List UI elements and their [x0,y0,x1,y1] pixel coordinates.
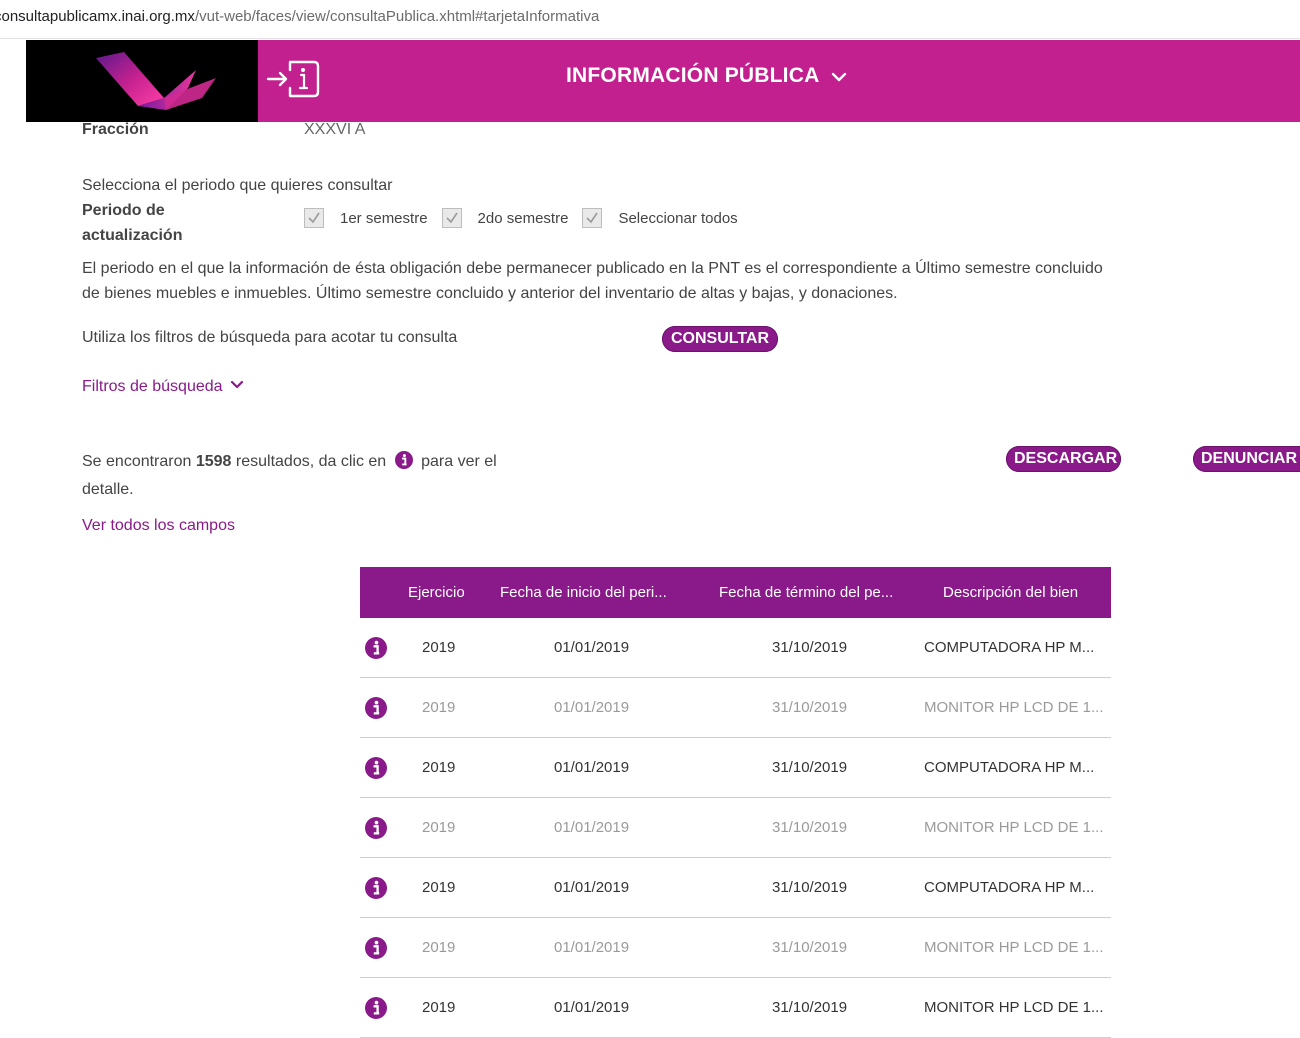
cell-fecha-inicio: 01/01/2019 [554,939,630,956]
periodo-label-line1: Periodo de [82,202,165,219]
info-icon[interactable] [365,757,387,783]
cell-fecha-termino: 31/10/2019 [772,999,848,1016]
checkmark-icon [445,212,458,224]
informacion-publica-menu[interactable]: INFORMACIÓN PÚBLICA [566,64,847,88]
table-row[interactable]: 2019 01/01/2019 31/10/2019 COMPUTADORA HP M… [360,858,1111,918]
url-path: /vut-web/faces/view/consultaPublica.xhtm… [194,8,600,25]
periodo-description: El periodo en el que la información de é… [82,256,1262,306]
cell-fecha-inicio: 01/01/2019 [554,759,630,776]
address-bar[interactable]: consultapublicamx.inai.org.mx/vut-web/fa… [0,0,1300,39]
cell-ejercicio: 2019 [422,699,456,716]
info-icon[interactable] [365,697,387,723]
table-row[interactable]: 2019 01/01/2019 31/10/2019 COMPUTADORA HP M… [360,738,1111,798]
results-suffix-line2: detalle. [82,481,134,498]
cell-fecha-termino: 31/10/2019 [772,639,848,656]
info-icon[interactable] [365,817,387,843]
periodo-checkboxes: 1er semestre 2do semestre Seleccionar to… [304,208,752,228]
checkmark-icon [586,212,599,224]
table-row[interactable]: 2019 01/01/2019 31/10/2019 MONITOR HP LCD D… [360,798,1111,858]
table-row[interactable]: 2019 01/01/2019 31/10/2019 COMPUTADORA HP M… [360,618,1111,678]
inai-logo[interactable] [26,40,258,122]
filtros-busqueda-toggle[interactable]: Filtros de búsqueda [82,378,244,396]
periodo-prompt: Selecciona el periodo que quieres consul… [82,177,393,194]
cell-descripcion: COMPUTADORA HP M... [924,879,1095,896]
results-count: 1598 [195,453,232,470]
table-row[interactable]: 2019 01/01/2019 31/10/2019 MONITOR HP LCD D… [360,918,1111,978]
cell-descripcion: MONITOR HP LCD DE 1... [924,939,1104,956]
column-header-ejercicio[interactable]: Ejercicio [408,567,465,618]
consultar-button[interactable]: CONSULTAR [662,326,778,352]
description-line1: El periodo en el que la información de é… [82,260,1103,277]
search-hint: Utiliza los filtros de búsqueda para aco… [82,329,458,346]
checkbox-2do-semestre[interactable] [441,208,462,228]
info-icon[interactable] [365,637,387,663]
results-prefix: Se encontraron [82,453,196,470]
cell-ejercicio: 2019 [422,879,456,896]
descargar-button[interactable]: DESCARGAR [1006,446,1121,472]
cell-fecha-termino: 31/10/2019 [772,879,848,896]
filtros-busqueda-label: Filtros de búsqueda [82,378,223,395]
info-icon[interactable] [365,937,387,963]
cell-fecha-termino: 31/10/2019 [772,699,848,716]
table-body: 2019 01/01/2019 31/10/2019 COMPUTADORA HP M… [360,618,1111,1038]
column-header-fecha-inicio[interactable]: Fecha de inicio del peri... [500,567,667,618]
cell-ejercicio: 2019 [422,999,456,1016]
results-summary: Se encontraron 1598 resultados, da clic … [82,449,497,502]
header-title: INFORMACIÓN PÚBLICA [566,64,819,87]
cell-fecha-termino: 31/10/2019 [772,759,848,776]
url-host: consultapublicamx.inai.org.mx [0,8,195,25]
denunciar-button[interactable]: DENUNCIAR [1193,446,1300,472]
info-icon[interactable] [365,997,387,1023]
cell-descripcion: MONITOR HP LCD DE 1... [924,819,1104,836]
cell-fecha-termino: 31/10/2019 [772,819,848,836]
checkbox-seleccionar-todos-label[interactable]: Seleccionar todos [618,210,737,227]
cell-descripcion: COMPUTADORA HP M... [924,759,1095,776]
cell-fecha-inicio: 01/01/2019 [554,879,630,896]
column-header-descripcion[interactable]: Descripción del bien [943,567,1078,618]
cell-descripcion: MONITOR HP LCD DE 1... [924,699,1104,716]
column-header-fecha-termino[interactable]: Fecha de término del pe... [719,567,893,618]
site-header: INFORMACIÓN PÚBLICA [26,40,1300,122]
cell-ejercicio: 2019 [422,819,456,836]
table-row[interactable]: 2019 01/01/2019 31/10/2019 MONITOR HP LCD D… [360,678,1111,738]
checkbox-seleccionar-todos[interactable] [582,208,603,228]
ver-todos-campos-link[interactable]: Ver todos los campos [82,517,235,535]
cell-ejercicio: 2019 [422,639,456,656]
info-icon[interactable] [365,877,387,903]
checkbox-1er-semestre-label[interactable]: 1er semestre [340,210,428,227]
cell-fecha-inicio: 01/01/2019 [554,699,630,716]
checkbox-1er-semestre[interactable] [304,208,324,228]
results-table: Ejercicio Fecha de inicio del peri... Fe… [360,567,1111,1038]
cell-descripcion: COMPUTADORA HP M... [924,639,1095,656]
periodo-label-line2: actualización [82,227,183,244]
cell-descripcion: MONITOR HP LCD DE 1... [924,999,1104,1016]
cell-fecha-inicio: 01/01/2019 [554,999,630,1016]
cell-fecha-inicio: 01/01/2019 [554,819,630,836]
results-suffix: para ver el [416,453,497,470]
chevron-down-icon [230,380,244,389]
description-line2: de bienes muebles e inmuebles. Último se… [82,285,898,302]
table-row[interactable]: 2019 01/01/2019 31/10/2019 MONITOR HP LCD D… [360,978,1111,1038]
fraccion-value: XXXVI A [304,121,366,138]
cell-ejercicio: 2019 [422,759,456,776]
cell-fecha-inicio: 01/01/2019 [554,639,630,656]
checkbox-2do-semestre-label[interactable]: 2do semestre [478,210,569,227]
checkmark-icon [308,212,320,224]
chevron-down-icon [831,64,847,88]
cell-ejercicio: 2019 [422,939,456,956]
table-header: Ejercicio Fecha de inicio del peri... Fe… [360,567,1111,618]
fraccion-label: Fracción [82,121,149,138]
results-middle: resultados, da clic en [231,453,391,470]
cell-fecha-termino: 31/10/2019 [772,939,848,956]
info-icon [394,451,413,477]
login-icon[interactable] [262,54,324,104]
